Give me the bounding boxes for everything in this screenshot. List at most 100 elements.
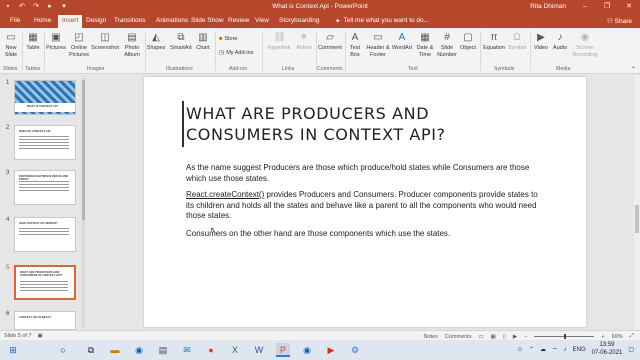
- symbol-button[interactable]: Ω Symbol: [506, 32, 528, 52]
- group-label-links: Links: [282, 66, 295, 72]
- date-time-button[interactable]: ▦ Date & Time: [414, 32, 436, 58]
- user-name[interactable]: Rita Dhiman: [530, 3, 566, 10]
- slide-scroll-thumb[interactable]: [635, 205, 639, 233]
- zoom-level[interactable]: 69%: [612, 334, 623, 340]
- table-button[interactable]: ▦ Table: [25, 32, 41, 52]
- media-player-icon[interactable]: ▶: [324, 343, 338, 357]
- clock[interactable]: 13:59 07-06-2021: [592, 342, 623, 357]
- comment-label: Comment: [318, 45, 342, 51]
- equation-button[interactable]: π Equation: [482, 32, 506, 52]
- object-button[interactable]: ▢ Object: [458, 32, 478, 52]
- onedrive-icon[interactable]: ☁: [540, 346, 546, 353]
- screen-recording-button[interactable]: ◉ Screen Recording: [570, 32, 600, 58]
- thumbnail-scroll-thumb[interactable]: [82, 80, 85, 220]
- minimize-button[interactable]: –: [574, 0, 596, 14]
- hyperlink-button[interactable]: ⛓ Hyperlink: [264, 32, 294, 52]
- tab-file[interactable]: File: [10, 17, 20, 24]
- online-pictures-label: Online Pictures: [69, 45, 89, 58]
- tab-design[interactable]: Design: [86, 17, 106, 24]
- online-pictures-button[interactable]: ◰ Online Pictures: [68, 32, 90, 58]
- store-button[interactable]: ■ Store: [219, 36, 237, 42]
- slide-thumbnail-1[interactable]: WHAT IS CONTEXT API: [14, 80, 76, 115]
- tab-insert[interactable]: Insert: [58, 15, 83, 28]
- show-hidden-icons-icon[interactable]: ⌃: [529, 346, 534, 353]
- windows-start-icon[interactable]: ⊞: [6, 343, 20, 357]
- shapes-button[interactable]: ◭ Shapes: [146, 32, 166, 52]
- audio-button[interactable]: ♪ Audio: [551, 32, 569, 52]
- zoom-slider[interactable]: [534, 334, 595, 339]
- slide-thumbnail-3[interactable]: DIFFERENCE BETWEEN REDUX AND PROPS: [14, 170, 76, 205]
- slide-paragraph-1[interactable]: As the name suggest Producers are those …: [186, 163, 541, 184]
- tab-home[interactable]: Home: [34, 17, 51, 24]
- slide-paragraph-2[interactable]: React.createContext() provides Producers…: [186, 190, 541, 222]
- settings-app-icon[interactable]: ⚙: [348, 343, 362, 357]
- slide-paragraph-3[interactable]: Consumers on the other hand are those co…: [186, 229, 541, 240]
- video-button[interactable]: ▶ Video: [532, 32, 550, 52]
- restore-button[interactable]: ❐: [596, 0, 618, 14]
- screenshot-button[interactable]: ◫ Screenshot: [90, 32, 120, 52]
- powerpoint-icon[interactable]: P: [276, 343, 290, 357]
- wordart-button[interactable]: A WordArt: [391, 32, 413, 52]
- tab-animations[interactable]: Animations: [156, 17, 188, 24]
- close-button[interactable]: ✕: [618, 0, 640, 14]
- zoom-slider-handle[interactable]: [564, 334, 567, 339]
- slide-thumbnail-2[interactable]: NEED OF CONTEXT API: [14, 125, 76, 160]
- edge-icon[interactable]: ◉: [132, 343, 146, 357]
- task-view-icon[interactable]: ⧉: [84, 343, 98, 357]
- slide-thumbnail-4[interactable]: HOW CONTEXT API WORKS?: [14, 217, 76, 252]
- notifications-icon[interactable]: ▢: [628, 346, 634, 353]
- language-indicator[interactable]: ENG: [573, 347, 586, 353]
- slide-title[interactable]: What are Producers and Consumers in Cont…: [186, 103, 516, 145]
- thumbnail-number: 3: [6, 170, 10, 176]
- volume-icon[interactable]: ♪: [564, 347, 567, 353]
- store-app-icon[interactable]: ▤: [156, 343, 170, 357]
- slide-sorter-icon[interactable]: ▦: [491, 334, 496, 340]
- comments-status-button[interactable]: Comments: [445, 334, 472, 340]
- notes-button[interactable]: Notes: [424, 334, 438, 340]
- thumbnail-text-lines: [19, 228, 69, 237]
- search-icon[interactable]: ○: [56, 343, 70, 357]
- comment-button[interactable]: ▱ Comment: [317, 32, 343, 52]
- slide-show-icon[interactable]: ▶: [513, 334, 517, 340]
- file-explorer-icon[interactable]: ▬: [108, 343, 122, 357]
- chart-button[interactable]: ▥ Chart: [194, 32, 212, 52]
- share-button[interactable]: ⚇ Share: [607, 17, 632, 25]
- spellcheck-icon[interactable]: ▣: [38, 333, 43, 339]
- slide-thumbnail-6[interactable]: CONTEXT API IN REACT: [14, 311, 76, 330]
- zoom-out-icon[interactable]: −: [524, 334, 527, 340]
- fit-slide-icon[interactable]: ⤢: [630, 333, 634, 340]
- new-slide-button[interactable]: ▭ New Slide: [3, 32, 19, 58]
- pictures-button[interactable]: ▣ Pictures: [45, 32, 67, 52]
- slide-thumbnail-5[interactable]: WHAT ARE PRODUCERS AND CONSUMERS IN CONT…: [14, 265, 76, 300]
- normal-view-icon[interactable]: ▭: [478, 334, 483, 340]
- text-box-icon: A: [351, 32, 359, 43]
- thumbnail-title: NEED OF CONTEXT API: [19, 130, 51, 133]
- tab-storyboarding[interactable]: Storyboarding: [279, 17, 319, 24]
- edge-dev-icon[interactable]: ◉: [300, 343, 314, 357]
- my-addins-button[interactable]: ◳ My Add-ins: [219, 50, 253, 56]
- slide-number-button[interactable]: # Slide Number: [437, 32, 457, 58]
- tab-view[interactable]: View: [255, 17, 269, 24]
- chrome-icon[interactable]: ●: [204, 343, 218, 357]
- header-footer-button[interactable]: ▭ Header & Footer: [365, 32, 391, 58]
- zoom-in-icon[interactable]: +: [601, 334, 604, 340]
- smartart-button[interactable]: ⧉ SmartArt: [168, 32, 194, 52]
- tell-me-box[interactable]: ✦ Tell me what you want to do...: [335, 17, 429, 25]
- slide-scrollbar[interactable]: [634, 75, 640, 330]
- excel-icon[interactable]: X: [228, 343, 242, 357]
- people-icon[interactable]: ☺: [517, 347, 523, 353]
- word-icon[interactable]: W: [252, 343, 266, 357]
- tab-slide-show[interactable]: Slide Show: [191, 17, 224, 24]
- slide-canvas[interactable]: What are Producers and Consumers in Cont…: [144, 77, 586, 327]
- tab-review[interactable]: Review: [228, 17, 249, 24]
- reading-view-icon[interactable]: ▯: [503, 334, 506, 340]
- tell-me-text: Tell me what you want to do...: [343, 17, 430, 24]
- collapse-ribbon-icon[interactable]: ⌃: [631, 66, 636, 73]
- tab-transitions[interactable]: Transitions: [114, 17, 146, 24]
- action-button[interactable]: ✶ Action: [294, 32, 314, 52]
- photo-album-button[interactable]: ▤ Photo Album: [121, 32, 143, 58]
- mail-icon[interactable]: ✉: [180, 343, 194, 357]
- thumbnail-scrollbar[interactable]: [82, 78, 85, 328]
- network-icon[interactable]: ⌔: [552, 346, 558, 354]
- text-box-button[interactable]: A Text Box: [347, 32, 363, 58]
